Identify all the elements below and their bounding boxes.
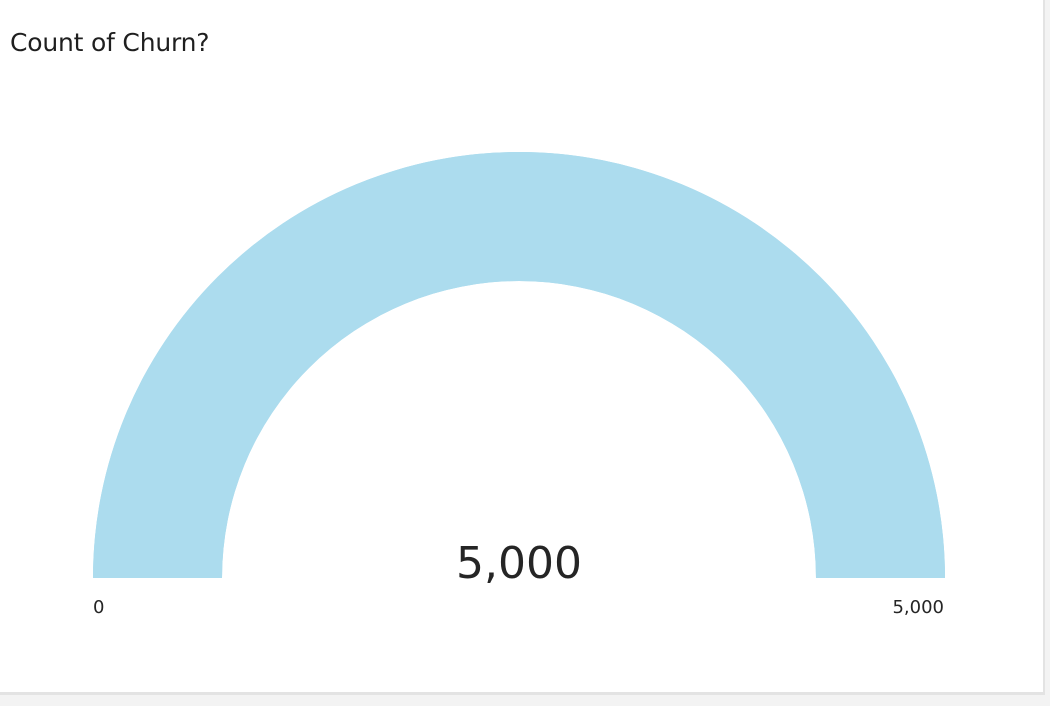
gauge-chart: 5,000 0 5,000: [93, 152, 945, 618]
gauge-value-label: 5,000: [456, 538, 582, 589]
gauge-min-label: 0: [93, 597, 104, 618]
gauge-card: Count of Churn? 5,000 0 5,000: [0, 0, 1045, 695]
gauge-fill[interactable]: [93, 152, 945, 578]
gauge-max-label: 5,000: [892, 597, 944, 618]
